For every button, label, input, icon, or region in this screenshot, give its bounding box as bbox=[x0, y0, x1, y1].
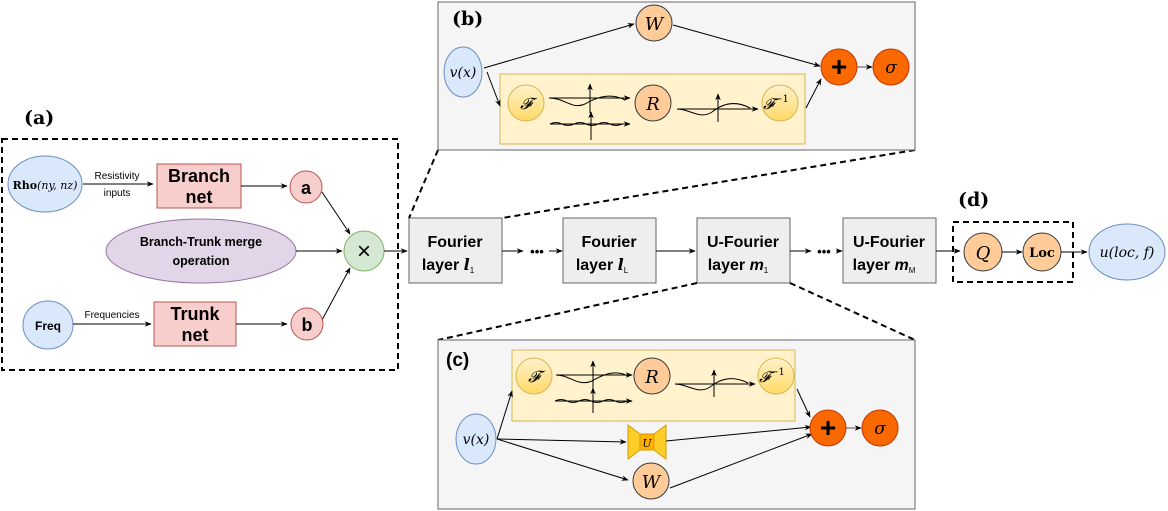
b-input-node[interactable]: v(x) bbox=[443, 46, 483, 98]
ufourier-layer-M[interactable]: U-Fourier layer mM bbox=[842, 217, 937, 284]
branch-net-box[interactable]: Branch net bbox=[156, 163, 242, 209]
output-node-label: u(loc, f) bbox=[1100, 245, 1155, 261]
q-node[interactable]: Q bbox=[963, 232, 1003, 272]
zoom-line-c-right bbox=[789, 282, 916, 341]
c-plus-icon: + bbox=[820, 412, 836, 443]
rho-node[interactable]: Rho(ny, nz) bbox=[7, 155, 83, 213]
b-plus-icon: + bbox=[831, 51, 847, 82]
trunk-net-line1: Trunk bbox=[170, 304, 220, 324]
ufourier-1-line1: U-Fourier bbox=[707, 234, 779, 251]
c-sigma-node[interactable]: σ bbox=[861, 409, 899, 447]
ufourier-M-var: m bbox=[894, 257, 908, 274]
c-w-node[interactable]: W bbox=[632, 462, 670, 500]
freq-node-label: Freq bbox=[35, 319, 61, 333]
trunk-net-line2: net bbox=[182, 325, 209, 345]
c-r-label: R bbox=[644, 367, 659, 388]
fourier-1-line2: layer bbox=[422, 257, 459, 274]
b-w-label: W bbox=[645, 14, 665, 35]
c-input-node[interactable]: v(x) bbox=[455, 413, 497, 465]
rho-node-bold: Rho bbox=[13, 179, 37, 192]
resistivity-label-1: Resistivity bbox=[94, 171, 139, 182]
c-w-label: W bbox=[642, 472, 662, 493]
ufourier-M-line1: U-Fourier bbox=[853, 234, 925, 251]
c-sigma-label: σ bbox=[874, 419, 886, 439]
b-inverse-fourier-node[interactable]: 𝓕−1 bbox=[761, 84, 799, 122]
svg-text:layer mM: layer mM bbox=[853, 257, 916, 275]
fourier-L-line2: layer bbox=[576, 257, 613, 274]
c-unet-label: U bbox=[642, 437, 652, 450]
ufourier-M-sub: M bbox=[909, 266, 916, 275]
fourier-layer-1[interactable]: Fourier layer l1 bbox=[408, 217, 503, 284]
svg-text:layer m1: layer m1 bbox=[708, 257, 769, 275]
fourier-1-sub: 1 bbox=[470, 266, 475, 275]
trunk-net-box[interactable]: Trunk net bbox=[153, 301, 237, 347]
panel-d-label: (d) bbox=[958, 189, 989, 211]
b-sigma-node[interactable]: σ bbox=[872, 48, 910, 86]
rho-node-args: (ny, nz) bbox=[37, 179, 77, 192]
loc-node-label: Loc bbox=[1029, 246, 1055, 261]
diagram-canvas: (a) Rho(ny, nz) Resistivity inputs Branc… bbox=[1, 1, 1166, 510]
q-node-label: Q bbox=[976, 243, 991, 264]
multiply-icon: × bbox=[357, 238, 371, 265]
ufourier-M-line2: layer bbox=[853, 257, 890, 274]
panel-b-label: (b) bbox=[452, 8, 483, 30]
fourier-L-sub: L bbox=[624, 266, 629, 275]
merge-op-line2: operation bbox=[173, 254, 230, 268]
svg-text:layer lL: layer lL bbox=[576, 255, 629, 275]
c-inv-fourier-sup: −1 bbox=[770, 367, 785, 378]
c-plus-node[interactable]: + bbox=[809, 409, 847, 447]
frequencies-label: Frequencies bbox=[84, 310, 139, 321]
zoom-line-b-left bbox=[408, 149, 439, 219]
output-node[interactable]: u(loc, f) bbox=[1088, 223, 1166, 281]
ufourier-1-var: m bbox=[750, 257, 764, 274]
b-inv-fourier-sup: −1 bbox=[774, 94, 789, 105]
b-r-node[interactable]: R bbox=[634, 84, 672, 122]
fourier-layer-L[interactable]: Fourier layer lL bbox=[562, 217, 657, 284]
c-input-label: v(x) bbox=[463, 432, 490, 448]
node-b-label: b bbox=[302, 315, 313, 335]
freq-node[interactable]: Freq bbox=[22, 300, 74, 350]
loc-node[interactable]: Loc bbox=[1022, 232, 1062, 272]
b-sigma-label: σ bbox=[885, 58, 897, 78]
arrow-a-to-multiply bbox=[321, 191, 351, 235]
branch-net-line1: Branch bbox=[168, 166, 230, 186]
b-w-node[interactable]: W bbox=[635, 4, 673, 42]
node-a[interactable]: a bbox=[289, 170, 323, 204]
panel-a-label: (a) bbox=[24, 107, 54, 129]
svg-text:Rho(ny, nz): Rho(ny, nz) bbox=[13, 179, 78, 192]
ellipsis-2: ••• bbox=[817, 244, 831, 259]
svg-text:layer l1: layer l1 bbox=[422, 255, 475, 275]
b-fourier-node[interactable]: 𝓕 bbox=[507, 84, 545, 122]
arrow-b-to-multiply bbox=[321, 267, 351, 321]
ellipsis-1: ••• bbox=[530, 244, 544, 259]
node-a-label: a bbox=[301, 178, 312, 198]
zoom-line-c-left bbox=[437, 282, 698, 341]
ufourier-1-line2: layer bbox=[708, 257, 745, 274]
b-r-label: R bbox=[645, 94, 660, 115]
multiply-node[interactable]: × bbox=[343, 230, 385, 272]
b-input-label: v(x) bbox=[450, 65, 477, 81]
ufourier-1-sub: 1 bbox=[764, 266, 769, 275]
merge-operation-ellipse[interactable]: Branch-Trunk merge operation bbox=[105, 218, 297, 284]
merge-op-line1: Branch-Trunk merge bbox=[140, 235, 262, 249]
fourier-1-line1: Fourier bbox=[427, 234, 482, 251]
c-r-node[interactable]: R bbox=[633, 357, 671, 395]
panel-c-label: (c) bbox=[446, 350, 469, 371]
resistivity-label-2: inputs bbox=[104, 188, 131, 199]
ufourier-layer-1[interactable]: U-Fourier layer m1 bbox=[696, 217, 791, 284]
c-inverse-fourier-node[interactable]: 𝓕−1 bbox=[757, 357, 795, 395]
b-plus-node[interactable]: + bbox=[820, 48, 858, 86]
fourier-L-line1: Fourier bbox=[581, 234, 636, 251]
zoom-line-b-right bbox=[501, 149, 916, 219]
node-b[interactable]: b bbox=[290, 307, 324, 341]
branch-net-line2: net bbox=[186, 187, 213, 207]
c-fourier-node[interactable]: 𝓕 bbox=[515, 357, 553, 395]
